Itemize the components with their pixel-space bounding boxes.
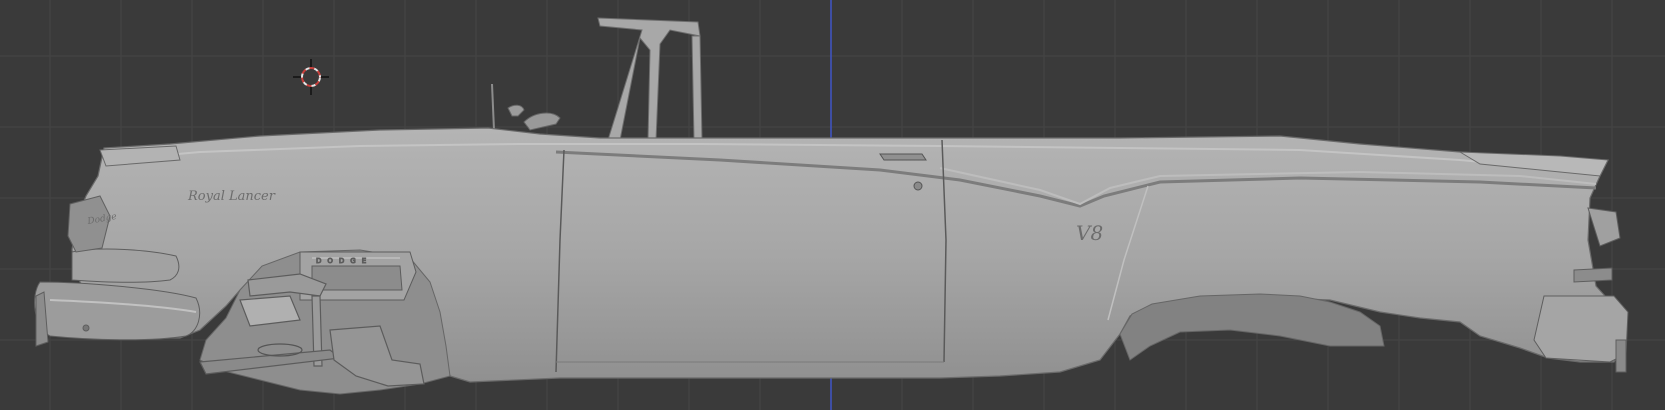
door-handle <box>879 153 927 161</box>
v8-emblem: V8 <box>1076 221 1103 245</box>
viewport-scene[interactable]: DODGE Royal Lancer Dodge V8 <box>0 0 1665 410</box>
fender-script-badge: Royal Lancer <box>187 189 276 204</box>
engine-block-text: DODGE <box>316 257 372 265</box>
door-lock <box>913 181 923 191</box>
3d-viewport[interactable]: DODGE Royal Lancer Dodge V8 <box>0 0 1665 410</box>
